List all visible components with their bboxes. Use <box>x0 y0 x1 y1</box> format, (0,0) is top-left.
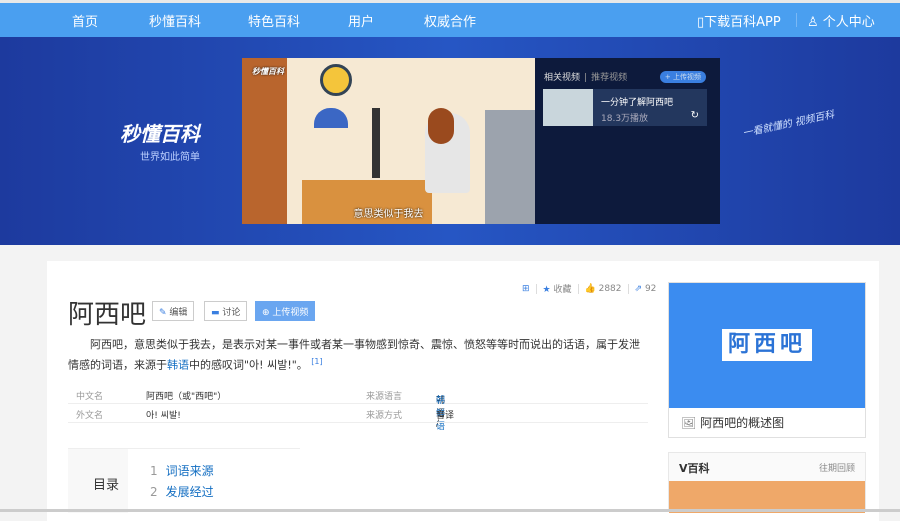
entry-toolbar: ⊞ ★ 收藏 👍 2882 ⇗ 92 <box>522 282 656 295</box>
overview-image: 阿西吧 <box>669 283 865 408</box>
like-button[interactable]: 👍 2882 <box>585 284 622 294</box>
entry-summary: 阿西吧，意思类似于我去，是表示对某一事件或者某一事物感到惊奇、震惊、愤怒等等时而… <box>68 338 640 372</box>
edit-button[interactable]: ✎ 编辑 <box>152 301 195 321</box>
video-player[interactable]: 秒懂百科 意思类似于我去 <box>242 58 535 224</box>
video-title: 一分钟了解阿西吧 <box>601 98 674 108</box>
hair-illustration <box>428 108 454 144</box>
video-playlist: 相关视频 | 推荐视频 + 上传视频 一分钟了解阿西吧 18.3万播放 ↻ <box>535 58 720 224</box>
playlist-item[interactable]: 一分钟了解阿西吧 18.3万播放 ↻ <box>543 89 707 126</box>
v-baike-card: V百科 往期回顾 <box>668 452 866 513</box>
divider: | <box>584 73 588 83</box>
reference-link[interactable]: [1] <box>311 357 322 366</box>
add-icon[interactable]: ⊞ <box>522 284 530 294</box>
video-caption: 意思类似于我去 <box>353 209 424 220</box>
info-label: 来源方式 <box>366 411 403 421</box>
toc-item[interactable]: 2 发展经过 <box>150 483 214 500</box>
info-value: 阿西吧（或"西吧"） <box>146 392 227 402</box>
monitor-illustration <box>372 108 380 178</box>
star-icon: ★ <box>542 285 551 295</box>
info-label: 中文名 <box>76 392 104 402</box>
v-baike-title: V百科 <box>679 462 710 475</box>
thumbs-up-icon: 👍 <box>584 283 596 294</box>
divider <box>535 283 537 294</box>
upload-video-button[interactable]: ⊕ 上传视频 <box>255 301 316 321</box>
past-review-link[interactable]: 往期回顾 <box>819 461 855 474</box>
clock-illustration <box>320 64 352 96</box>
divider <box>577 283 579 294</box>
info-label: 来源语言 <box>366 392 403 402</box>
plus-circle-icon: ⊕ <box>262 308 270 318</box>
tab-recommend[interactable]: 推荐视频 <box>591 73 627 83</box>
tab-related[interactable]: 相关视频 <box>544 73 580 83</box>
video-thumbnail <box>543 89 593 126</box>
overview-image-card[interactable]: 阿西吧 🖼 阿西吧的概述图 <box>668 282 866 438</box>
image-icon: 🖼 <box>681 416 697 430</box>
info-row: 外文名 아! 씨발! 来源方式 音译 <box>68 404 648 423</box>
share-button[interactable]: ⇗ 92 <box>635 284 657 294</box>
share-icon: ⇗ <box>634 283 643 294</box>
upload-video-button[interactable]: + 上传视频 <box>659 71 706 83</box>
discuss-button[interactable]: ▬ 讨论 <box>204 301 248 321</box>
nav-miaodong[interactable]: 秒懂百科 <box>149 11 201 30</box>
image-title: 阿西吧 <box>722 329 812 361</box>
entry-title: 阿西吧 <box>68 300 147 330</box>
info-value: 音译 <box>436 411 455 421</box>
nav-home[interactable]: 首页 <box>72 11 98 30</box>
download-app-link[interactable]: ▯下载百科APP <box>697 11 781 30</box>
divider <box>627 283 629 294</box>
pencil-icon: ✎ <box>159 308 167 318</box>
miaodong-logo: 秒懂百科 <box>120 122 200 146</box>
basic-info: 中文名 阿西吧（或"西吧"） 来源语言 韩语 / 朝鲜语 外文名 아! 씨발! … <box>68 385 648 432</box>
info-value: 아! 씨발! <box>146 411 181 421</box>
comment-icon: ▬ <box>211 308 220 318</box>
replay-icon: ↻ <box>690 110 699 121</box>
table-of-contents: 目录 1 词语来源 2 发展经过 <box>68 448 300 513</box>
video-watermark: 秒懂百科 <box>252 67 284 76</box>
info-label: 外文名 <box>76 411 104 421</box>
nav-users[interactable]: 用户 <box>348 11 374 30</box>
nav-cooperation[interactable]: 权威合作 <box>424 11 476 30</box>
play-count: 18.3万播放 <box>601 114 649 124</box>
nav-featured[interactable]: 特色百科 <box>248 11 300 30</box>
info-row: 中文名 阿西吧（或"西吧"） 来源语言 韩语 / 朝鲜语 <box>68 385 648 432</box>
korean-link[interactable]: 韩语 <box>167 359 189 372</box>
toc-item[interactable]: 1 词语来源 <box>150 462 214 479</box>
favorite-button[interactable]: ★ 收藏 <box>543 282 572 295</box>
slogan: 世界如此简单 <box>140 152 200 163</box>
toc-label: 目录 <box>68 449 128 513</box>
image-caption: 阿西吧的概述图 <box>700 416 785 430</box>
divider <box>796 13 797 27</box>
top-nav: 首页 秒懂百科 特色百科 用户 权威合作 ▯下载百科APP ♙ 个人中心 <box>0 0 900 37</box>
user-icon: ♙ <box>807 15 823 30</box>
lamp-illustration <box>314 108 348 128</box>
bookshelf <box>242 58 287 224</box>
user-center-link[interactable]: ♙ 个人中心 <box>807 11 875 30</box>
